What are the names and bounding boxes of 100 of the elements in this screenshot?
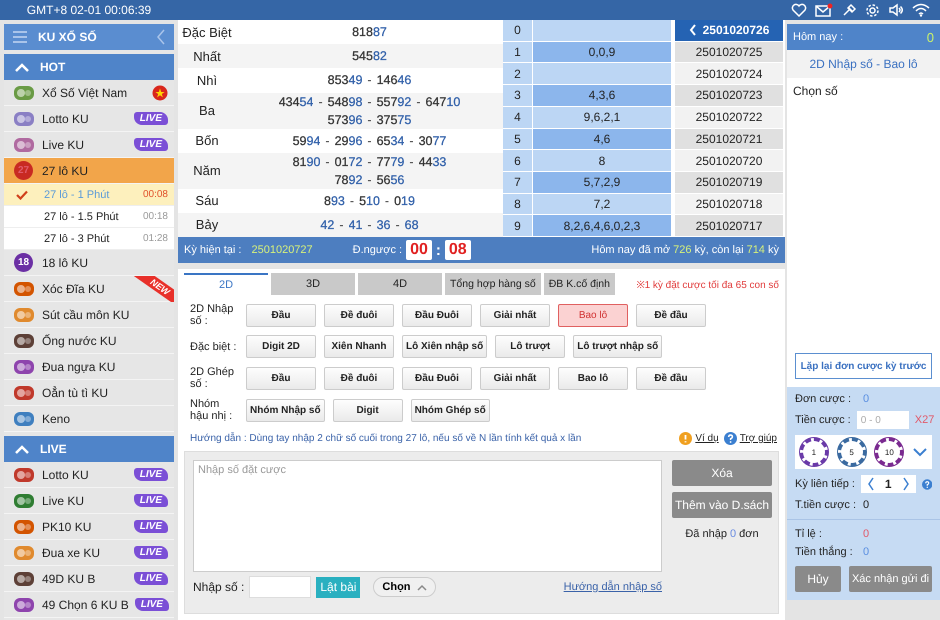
- repeat-bet-button[interactable]: Lặp lại đơn cược kỳ trước: [795, 353, 932, 379]
- tail-index: 7: [503, 172, 533, 194]
- orders-value: 0: [863, 393, 870, 405]
- chevron-down-icon[interactable]: [913, 448, 928, 456]
- current-draw-id: 2501020727: [251, 244, 313, 256]
- bet-type-button[interactable]: Đề đầu: [636, 366, 706, 390]
- draw-id[interactable]: 2501020718: [675, 194, 783, 216]
- bet-type-button[interactable]: Lô trượt: [495, 335, 566, 358]
- stake-field[interactable]: 0 - 0: [856, 411, 909, 429]
- mail-icon[interactable]: [815, 3, 833, 17]
- bet-type-button[interactable]: Đề đuôi: [324, 304, 394, 326]
- sidebar-subitem[interactable]: 27 lô - 3 Phút 01:28: [4, 228, 174, 250]
- help-icon[interactable]: [724, 432, 737, 445]
- sidebar-item[interactable]: Đua ngựa KU: [4, 354, 174, 380]
- countdown-minutes: 00: [406, 240, 432, 260]
- tail-index: 6: [503, 150, 533, 172]
- help-icon[interactable]: [922, 478, 932, 490]
- wifi-icon[interactable]: [912, 3, 930, 17]
- dash-separator: -: [350, 194, 354, 208]
- bet-type-button[interactable]: Nhóm Ghép số: [410, 398, 490, 422]
- entered-count-text: Đã nhập 0 đơn: [685, 528, 759, 540]
- sidebar-item[interactable]: Lotto KU LIVE: [4, 106, 174, 132]
- settings-icon[interactable]: [865, 2, 880, 18]
- example-link[interactable]: Ví dụ: [695, 433, 719, 444]
- bet-group-label: 2D Nhập số :: [190, 303, 234, 327]
- sidebar-item[interactable]: Live KU LIVE: [4, 488, 174, 514]
- dash-separator: -: [367, 112, 372, 127]
- sidebar-item[interactable]: Sút cầu môn KU: [4, 302, 174, 328]
- tab[interactable]: 3D: [271, 273, 355, 295]
- sidebar-item[interactable]: 49D KU B LIVE: [4, 566, 174, 592]
- bet-type-button[interactable]: Giải nhất: [480, 304, 550, 326]
- sidebar-item[interactable]: Đua xe KU LIVE: [4, 540, 174, 566]
- bet-type-button[interactable]: Lô Xiên nhập số: [402, 335, 488, 358]
- prize-number: 14646: [376, 73, 412, 88]
- prize-number: 5656: [376, 172, 404, 187]
- sidebar-item[interactable]: Xổ Số Việt Nam: [4, 80, 174, 106]
- number-field[interactable]: [249, 576, 312, 598]
- sidebar-item[interactable]: Oẳn tù tì KU: [4, 380, 174, 406]
- sidebar-item[interactable]: 18 18 lô KU: [4, 250, 174, 276]
- chip[interactable]: 1: [800, 438, 828, 466]
- tab[interactable]: ĐB K.cố định: [544, 273, 615, 295]
- draw-id[interactable]: 2501020722: [675, 106, 783, 128]
- bet-type-button[interactable]: Đầu: [246, 366, 316, 390]
- chevron-right-icon[interactable]: [902, 477, 910, 491]
- section-header[interactable]: HOT: [4, 54, 174, 80]
- draw-id[interactable]: 2501020717: [675, 215, 783, 237]
- draw-id[interactable]: 2501020721: [675, 128, 783, 150]
- bet-type-button[interactable]: Lô trượt nhập số: [573, 335, 662, 358]
- bet-type-button[interactable]: Bao lô: [558, 304, 628, 326]
- streak-stepper[interactable]: 1: [860, 475, 916, 493]
- prize-number: 510: [359, 194, 380, 208]
- speaker-icon[interactable]: [888, 3, 904, 17]
- winnings-label: Tiền thắng :: [795, 546, 854, 558]
- prize-number: 85349: [328, 73, 362, 88]
- chip[interactable]: 5: [838, 438, 866, 466]
- total-stake-value: 0: [863, 499, 870, 511]
- draw-id[interactable]: 2501020719: [675, 172, 783, 194]
- bet-numbers-field[interactable]: Nhập số đặt cược: [193, 460, 662, 572]
- prize-number: 2996: [334, 134, 362, 148]
- prize-number: 5994: [292, 134, 320, 148]
- draw-id[interactable]: 2501020724: [675, 63, 783, 86]
- bet-type-button[interactable]: Giải nhất: [480, 366, 550, 390]
- bet-type-button[interactable]: Đầu: [246, 304, 316, 326]
- bet-type-button[interactable]: Đầu Đuôi: [402, 304, 472, 326]
- draw-id[interactable]: 2501020726: [675, 20, 783, 42]
- timer-text: 00:18: [142, 211, 168, 222]
- input-guide-link[interactable]: Hướng dẫn nhập số: [564, 581, 662, 593]
- sidebar-item[interactable]: 27 27 lô KU: [4, 158, 174, 184]
- draw-id[interactable]: 2501020723: [675, 85, 783, 107]
- bet-type-button[interactable]: Đề đầu: [636, 304, 706, 326]
- bet-type-button[interactable]: Đề đuôi: [324, 366, 394, 390]
- bet-type-button[interactable]: Xiên Nhanh: [324, 335, 394, 358]
- prize-number: 4433: [418, 154, 446, 169]
- bet-type-button[interactable]: Digit: [332, 398, 403, 422]
- prize-name: Bảy: [194, 217, 220, 232]
- choose-button[interactable]: Chọn: [373, 577, 436, 597]
- tail-digits: 9,6,2,1: [533, 106, 671, 128]
- tab[interactable]: Tổng hợp hàng số: [445, 273, 541, 295]
- check-icon: [16, 190, 28, 200]
- heart-icon[interactable]: [791, 3, 807, 17]
- sidebar-subitem[interactable]: 27 lô - 1.5 Phút 00:18: [4, 206, 174, 228]
- tab[interactable]: 4D: [358, 273, 442, 295]
- draw-id[interactable]: 2501020725: [675, 42, 783, 64]
- draw-id[interactable]: 2501020720: [675, 150, 783, 172]
- sidebar-item[interactable]: Ống nước KU: [4, 328, 174, 354]
- live-badge: LIVE: [134, 572, 168, 585]
- dash-separator: -: [367, 172, 372, 187]
- chevron-left-icon[interactable]: [866, 477, 875, 491]
- section-header[interactable]: LIVE: [4, 436, 174, 462]
- dash-separator: -: [367, 218, 372, 232]
- sidebar-item[interactable]: 49 Chọn 6 KU B LIVE: [4, 592, 174, 618]
- bet-type-button[interactable]: Bao lô: [558, 366, 628, 390]
- help-link[interactable]: Trợ giúp: [740, 433, 777, 444]
- sidebar-item[interactable]: Keno: [4, 406, 174, 432]
- bet-type-button[interactable]: Đầu Đuôi: [402, 366, 472, 390]
- bet-type-button[interactable]: Digit 2D: [246, 335, 316, 358]
- chip[interactable]: 10: [875, 438, 904, 466]
- sidebar-item[interactable]: Lotto KU LIVE: [4, 462, 174, 488]
- bet-type-button[interactable]: Nhóm Nhập số: [246, 398, 325, 422]
- sidebar-item[interactable]: PK10 KU LIVE: [4, 514, 174, 540]
